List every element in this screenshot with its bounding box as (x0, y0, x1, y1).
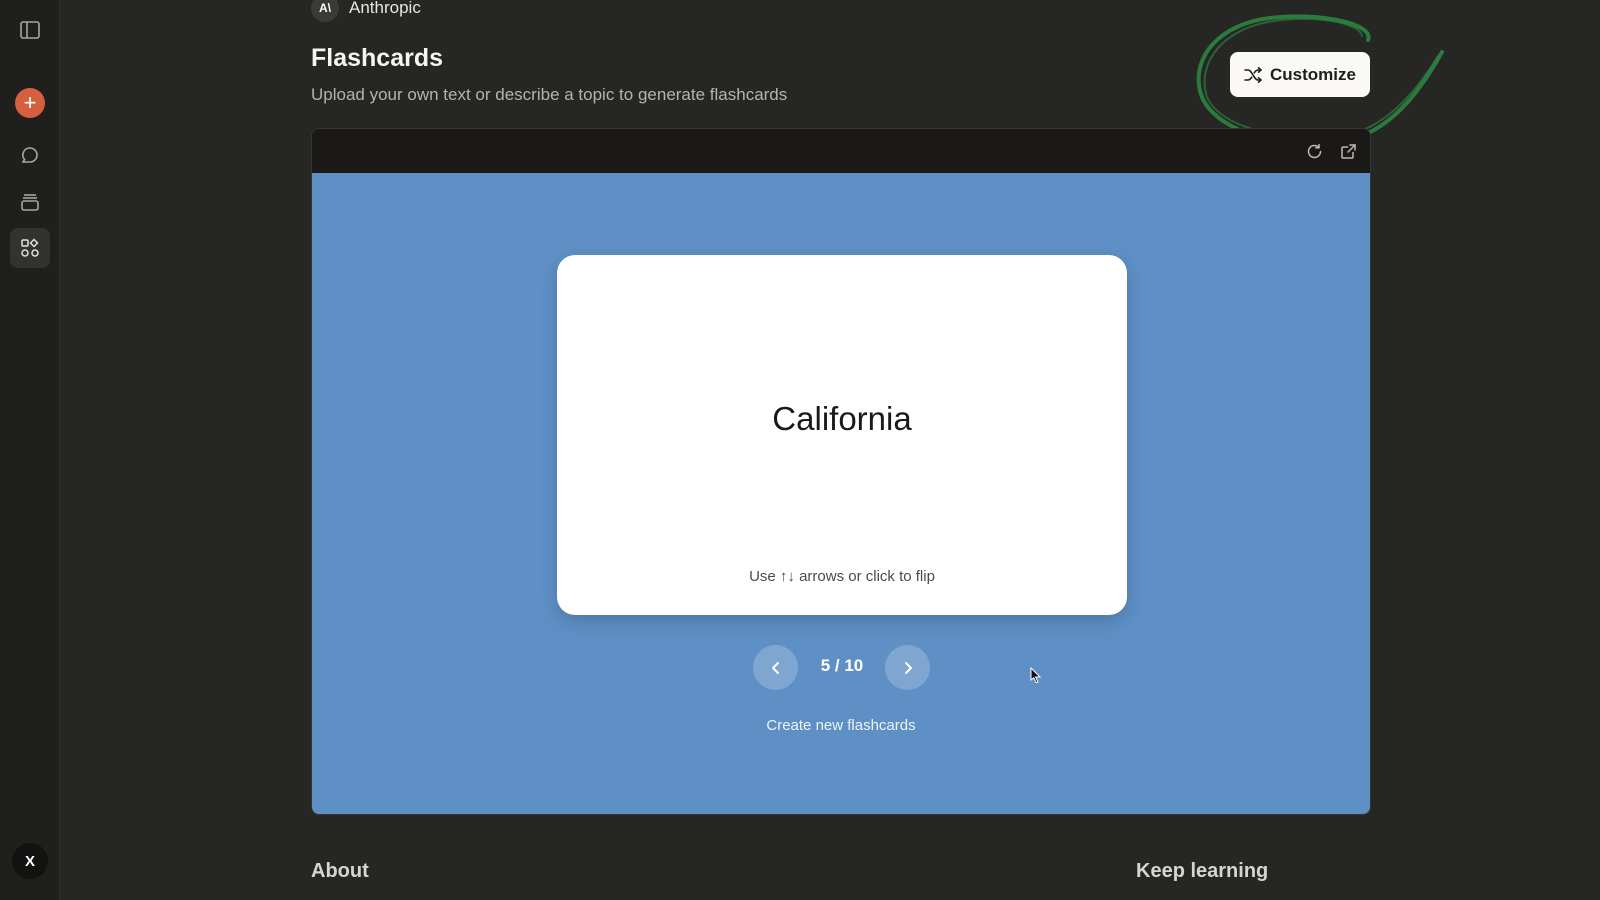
customize-button[interactable]: Customize (1230, 52, 1370, 97)
open-external-icon (1340, 143, 1356, 159)
refresh-button[interactable] (1304, 141, 1324, 161)
sidebar-toggle-button[interactable] (10, 10, 50, 50)
next-card-button[interactable] (885, 645, 930, 690)
chevron-left-icon (771, 661, 779, 674)
create-new-flashcards-link[interactable]: Create new flashcards (312, 717, 1370, 734)
page-subtitle: Upload your own text or describe a topic… (311, 85, 788, 104)
plus-icon: + (23, 90, 37, 115)
flashcard-stage: California Use ↑↓ arrows or click to fli… (312, 173, 1370, 814)
shuffle-icon (1244, 66, 1262, 83)
flip-hint: Use ↑↓ arrows or click to flip (749, 568, 935, 585)
flashcard[interactable]: California Use ↑↓ arrows or click to fli… (557, 255, 1127, 615)
anthropic-logo-icon: A\ (311, 0, 339, 22)
new-chat-button[interactable]: + (15, 88, 45, 118)
open-external-button[interactable] (1338, 141, 1358, 161)
projects-button[interactable] (10, 182, 50, 222)
sidebar: + X (0, 0, 60, 900)
artifact-preview: California Use ↑↓ arrows or click to fli… (311, 128, 1371, 815)
artifacts-button[interactable] (10, 228, 50, 268)
org-name: Anthropic (349, 0, 421, 17)
page-title: Flashcards (311, 44, 444, 72)
card-counter: 5 / 10 (820, 656, 864, 675)
about-heading: About (311, 860, 369, 882)
chats-button[interactable] (10, 136, 50, 176)
sidebar-toggle-icon (20, 21, 40, 39)
artifact-toolbar (312, 129, 1370, 173)
artifacts-icon (21, 238, 39, 257)
chevron-right-icon (904, 661, 912, 674)
keep-learning-heading: Keep learning (1136, 860, 1269, 882)
user-avatar[interactable]: X (12, 843, 48, 879)
refresh-icon (1307, 143, 1321, 158)
flashcard-term: California (772, 400, 912, 437)
mouse-cursor-icon (1030, 667, 1042, 683)
org-header[interactable]: A\ Anthropic (311, 0, 421, 22)
customize-label: Customize (1270, 64, 1356, 84)
chat-bubble-icon (21, 147, 38, 163)
projects-icon (21, 194, 39, 211)
